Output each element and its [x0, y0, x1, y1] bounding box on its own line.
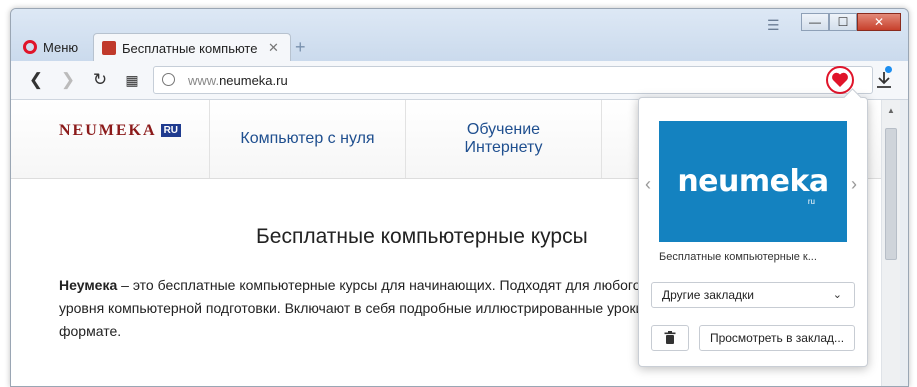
nav-divider [601, 100, 631, 178]
address-bar[interactable]: www.neumeka.ru [153, 66, 873, 94]
bookmark-thumbnail: neumeka ru [659, 121, 847, 242]
bookmark-folder-select[interactable]: Другие закладки ⌄ [651, 282, 855, 308]
tab-active[interactable]: Бесплатные компьютерные курсы ✕ [93, 33, 291, 62]
url-text[interactable]: www.neumeka.ru [188, 73, 288, 88]
chevron-down-icon: ⌄ [832, 289, 842, 301]
back-arrow-icon[interactable]: ❮ [25, 69, 47, 91]
delete-bookmark-button[interactable] [651, 325, 689, 351]
address-toolbar: ❮ ❯ ↻ ▦ www.neumeka.ru [11, 61, 908, 100]
trash-icon [664, 331, 676, 344]
next-thumbnail-icon[interactable]: › [851, 174, 857, 195]
browser-window: Меню Бесплатные компьютерные курсы ✕ + ☰… [10, 8, 909, 387]
new-tab-plus-icon[interactable]: + [295, 37, 306, 58]
site-logo[interactable]: NEUMEKA RU [59, 122, 182, 140]
prev-thumbnail-icon[interactable]: ‹ [645, 174, 651, 195]
intro-bold: Неумека [59, 277, 118, 293]
forward-arrow-icon[interactable]: ❯ [57, 69, 79, 91]
reload-icon[interactable]: ↻ [89, 69, 111, 91]
minimize-button[interactable]: — [801, 13, 829, 31]
view-in-bookmarks-button[interactable]: Просмотреть в заклад... [699, 325, 855, 351]
window-controls: — ☐ ✕ [801, 13, 901, 31]
intro-paragraph: Неумека – это бесплатные компьютерные ку… [59, 274, 659, 343]
opera-logo-icon [23, 40, 37, 54]
site-favicon-icon [102, 41, 116, 55]
bookmark-title[interactable]: Бесплатные компьютерные к... [659, 251, 847, 263]
menu-label: Меню [43, 39, 79, 55]
globe-icon [162, 73, 175, 86]
vertical-scrollbar[interactable]: ▲ [881, 100, 900, 386]
tab-close-icon[interactable]: ✕ [268, 40, 279, 56]
bookmark-popup: ‹ › neumeka ru Бесплатные компьютерные к… [638, 88, 868, 367]
speed-dial-grid-icon[interactable]: ▦ [121, 69, 143, 91]
title-bar: Меню Бесплатные компьютерные курсы ✕ + ☰… [11, 9, 908, 65]
maximize-button[interactable]: ☐ [829, 13, 857, 31]
scrollbar-thumb[interactable] [885, 128, 897, 260]
nav-internet-learning[interactable]: Обучение Интернету [405, 100, 601, 178]
easy-setup-icon[interactable]: ☰ [767, 17, 780, 34]
opera-menu-button[interactable]: Меню [17, 33, 93, 61]
tab-title: Бесплатные компьютерные курсы [122, 40, 258, 56]
scroll-up-icon[interactable]: ▲ [887, 106, 895, 115]
download-badge [885, 66, 892, 73]
download-icon[interactable] [873, 69, 895, 91]
nav-computer-from-zero[interactable]: Компьютер с нуля [209, 100, 405, 178]
close-window-button[interactable]: ✕ [857, 13, 901, 31]
intro-text: – это бесплатные компьютерные курсы для … [59, 277, 655, 339]
page-heading: Бесплатные компьютерные курсы [256, 225, 588, 248]
